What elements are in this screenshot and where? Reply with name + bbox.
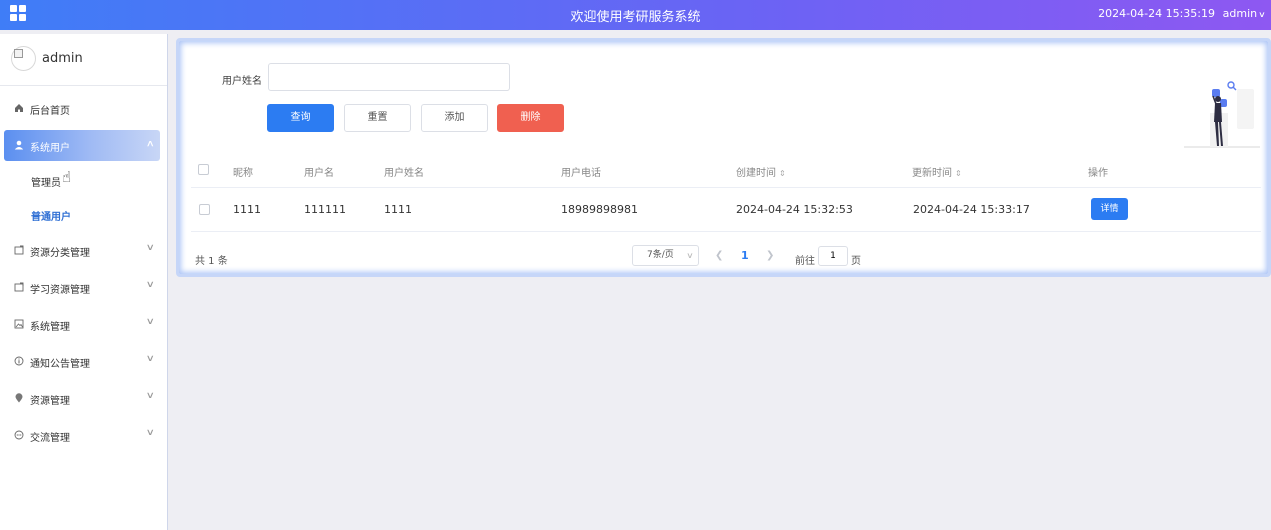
info-icon [14,356,24,366]
header-username: admin [1222,7,1258,20]
row-checkbox[interactable] [199,204,210,215]
cell-created: 2024-04-24 15:32:53 [736,203,853,216]
goto-label: 前往 [795,256,815,267]
main-panel: 用户姓名 查询 重置 添加 删除 昵称 用户名 用户姓名 用户电话 创建时间⇕ [176,38,1271,277]
column-header-phone: 用户电话 [561,168,601,179]
cell-username: 111111 [304,203,346,216]
sidebar-item-label: 通知公告管理 [30,359,90,370]
sort-icon[interactable]: ⇕ [955,169,962,178]
avatar [11,46,36,71]
detail-button[interactable]: 详情 [1091,198,1128,220]
sidebar-subitem-label: 普通用户 [31,212,71,223]
users-table: 昵称 用户名 用户姓名 用户电话 创建时间 ⇕ 更新时间 ⇕ 操作 1111 111… [191,151,1261,232]
folder-icon [14,245,24,255]
sidebar-username: admin [42,51,83,66]
chevron-down-icon: ∨ [686,251,694,260]
sidebar-subitem-regular-users[interactable]: 普通用户 [0,198,167,232]
location-icon [14,393,24,403]
page-size-select[interactable]: 7条/页 ∨ [632,245,699,266]
add-button[interactable]: 添加 [421,104,488,132]
chevron-down-icon: ∨ [146,354,156,364]
search-illustration [1182,77,1262,153]
pagination-total: 共 1 条 [195,256,228,267]
header-datetime: 2024-04-24 15:35:19 [1098,7,1215,20]
search-input[interactable] [268,63,510,91]
header-user-menu[interactable]: admin∨ [1222,7,1266,20]
table-row: 1111 111111 1111 18989898981 2024-04-24 … [191,188,1261,232]
user-icon [14,140,24,150]
sidebar-item-system-users[interactable]: 系统用户 ∨ [4,130,160,161]
sidebar-item-learning-resources[interactable]: 学习资源管理 ∨ [4,269,160,306]
sidebar-subitem-label: 管理员 [31,178,61,189]
chevron-down-icon: ∨ [146,243,156,253]
select-all-checkbox[interactable] [198,164,209,175]
picture-icon [14,319,24,329]
chevron-up-icon: ∨ [146,138,156,148]
delete-button[interactable]: 删除 [497,104,564,132]
column-header-created[interactable]: 创建时间 ⇕ [736,164,786,179]
goto-page-input[interactable] [818,246,848,266]
cell-realname: 1111 [384,203,412,216]
sidebar-item-label: 资源分类管理 [30,248,90,259]
chevron-down-icon: ∨ [146,317,156,327]
folder-icon [14,282,24,292]
sidebar-item-system-management[interactable]: 系统管理 ∨ [4,306,160,343]
column-header-username: 用户名 [304,168,334,179]
column-header-label: 更新时间 [912,168,952,179]
sidebar-item-notices[interactable]: 通知公告管理 ∨ [4,343,160,380]
chevron-down-icon: ∨ [146,280,156,290]
sidebar-item-label: 后台首页 [30,106,70,117]
column-header-realname: 用户姓名 [384,168,424,179]
column-header-updated[interactable]: 更新时间 ⇕ [912,164,962,179]
sort-icon[interactable]: ⇕ [779,169,786,178]
page-number[interactable]: 1 [741,249,749,262]
app-title: 欢迎使用考研服务系统 [570,10,701,25]
cell-phone: 18989898981 [561,203,638,216]
chevron-down-icon: ∨ [146,391,156,401]
home-icon [14,103,24,113]
table-header: 昵称 用户名 用户姓名 用户电话 创建时间 ⇕ 更新时间 ⇕ 操作 [191,151,1261,188]
sidebar-item-communication[interactable]: 交流管理 ∨ [4,417,160,454]
sidebar-item-label: 交流管理 [30,433,70,444]
column-header-actions: 操作 [1088,168,1108,179]
cell-updated: 2024-04-24 15:33:17 [913,203,1030,216]
sidebar-subitem-admins[interactable]: 管理员 [0,164,167,198]
sidebar-item-resource-management[interactable]: 资源管理 ∨ [4,380,160,417]
search-label: 用户姓名 [222,76,262,87]
column-header-label: 创建时间 [736,168,776,179]
sidebar-item-label: 资源管理 [30,396,70,407]
sidebar-item-label: 系统管理 [30,322,70,333]
sidebar-item-home[interactable]: 后台首页 [4,90,160,127]
pagination: 共 1 条 7条/页 ∨ ❮ 1 ❯ 前往 页 [191,244,1261,270]
next-page-icon[interactable]: ❯ [766,250,774,261]
page-size-value: 7条/页 [647,250,674,260]
prev-page-icon[interactable]: ❮ [715,250,723,261]
top-header: 欢迎使用考研服务系统 2024-04-24 15:35:19 admin∨ [0,0,1271,30]
cell-nickname: 1111 [233,203,261,216]
chevron-down-icon: ∨ [146,428,156,438]
chevron-down-icon: ∨ [1258,10,1266,19]
sidebar-profile: admin [0,34,167,86]
chat-icon [14,430,24,440]
column-header-nickname: 昵称 [233,168,253,179]
query-button[interactable]: 查询 [267,104,334,132]
sidebar-item-label: 系统用户 [30,143,70,154]
reset-button[interactable]: 重置 [344,104,411,132]
sidebar-item-label: 学习资源管理 [30,285,90,296]
sidebar-item-resource-category[interactable]: 资源分类管理 ∨ [4,232,160,269]
hand-cursor-icon: ☝ [62,168,72,186]
goto-suffix: 页 [851,256,861,267]
sidebar: admin 后台首页 系统用户 ∨ 管理员 普通用户 资源分类管理 ∨ 学习资源… [0,34,168,530]
